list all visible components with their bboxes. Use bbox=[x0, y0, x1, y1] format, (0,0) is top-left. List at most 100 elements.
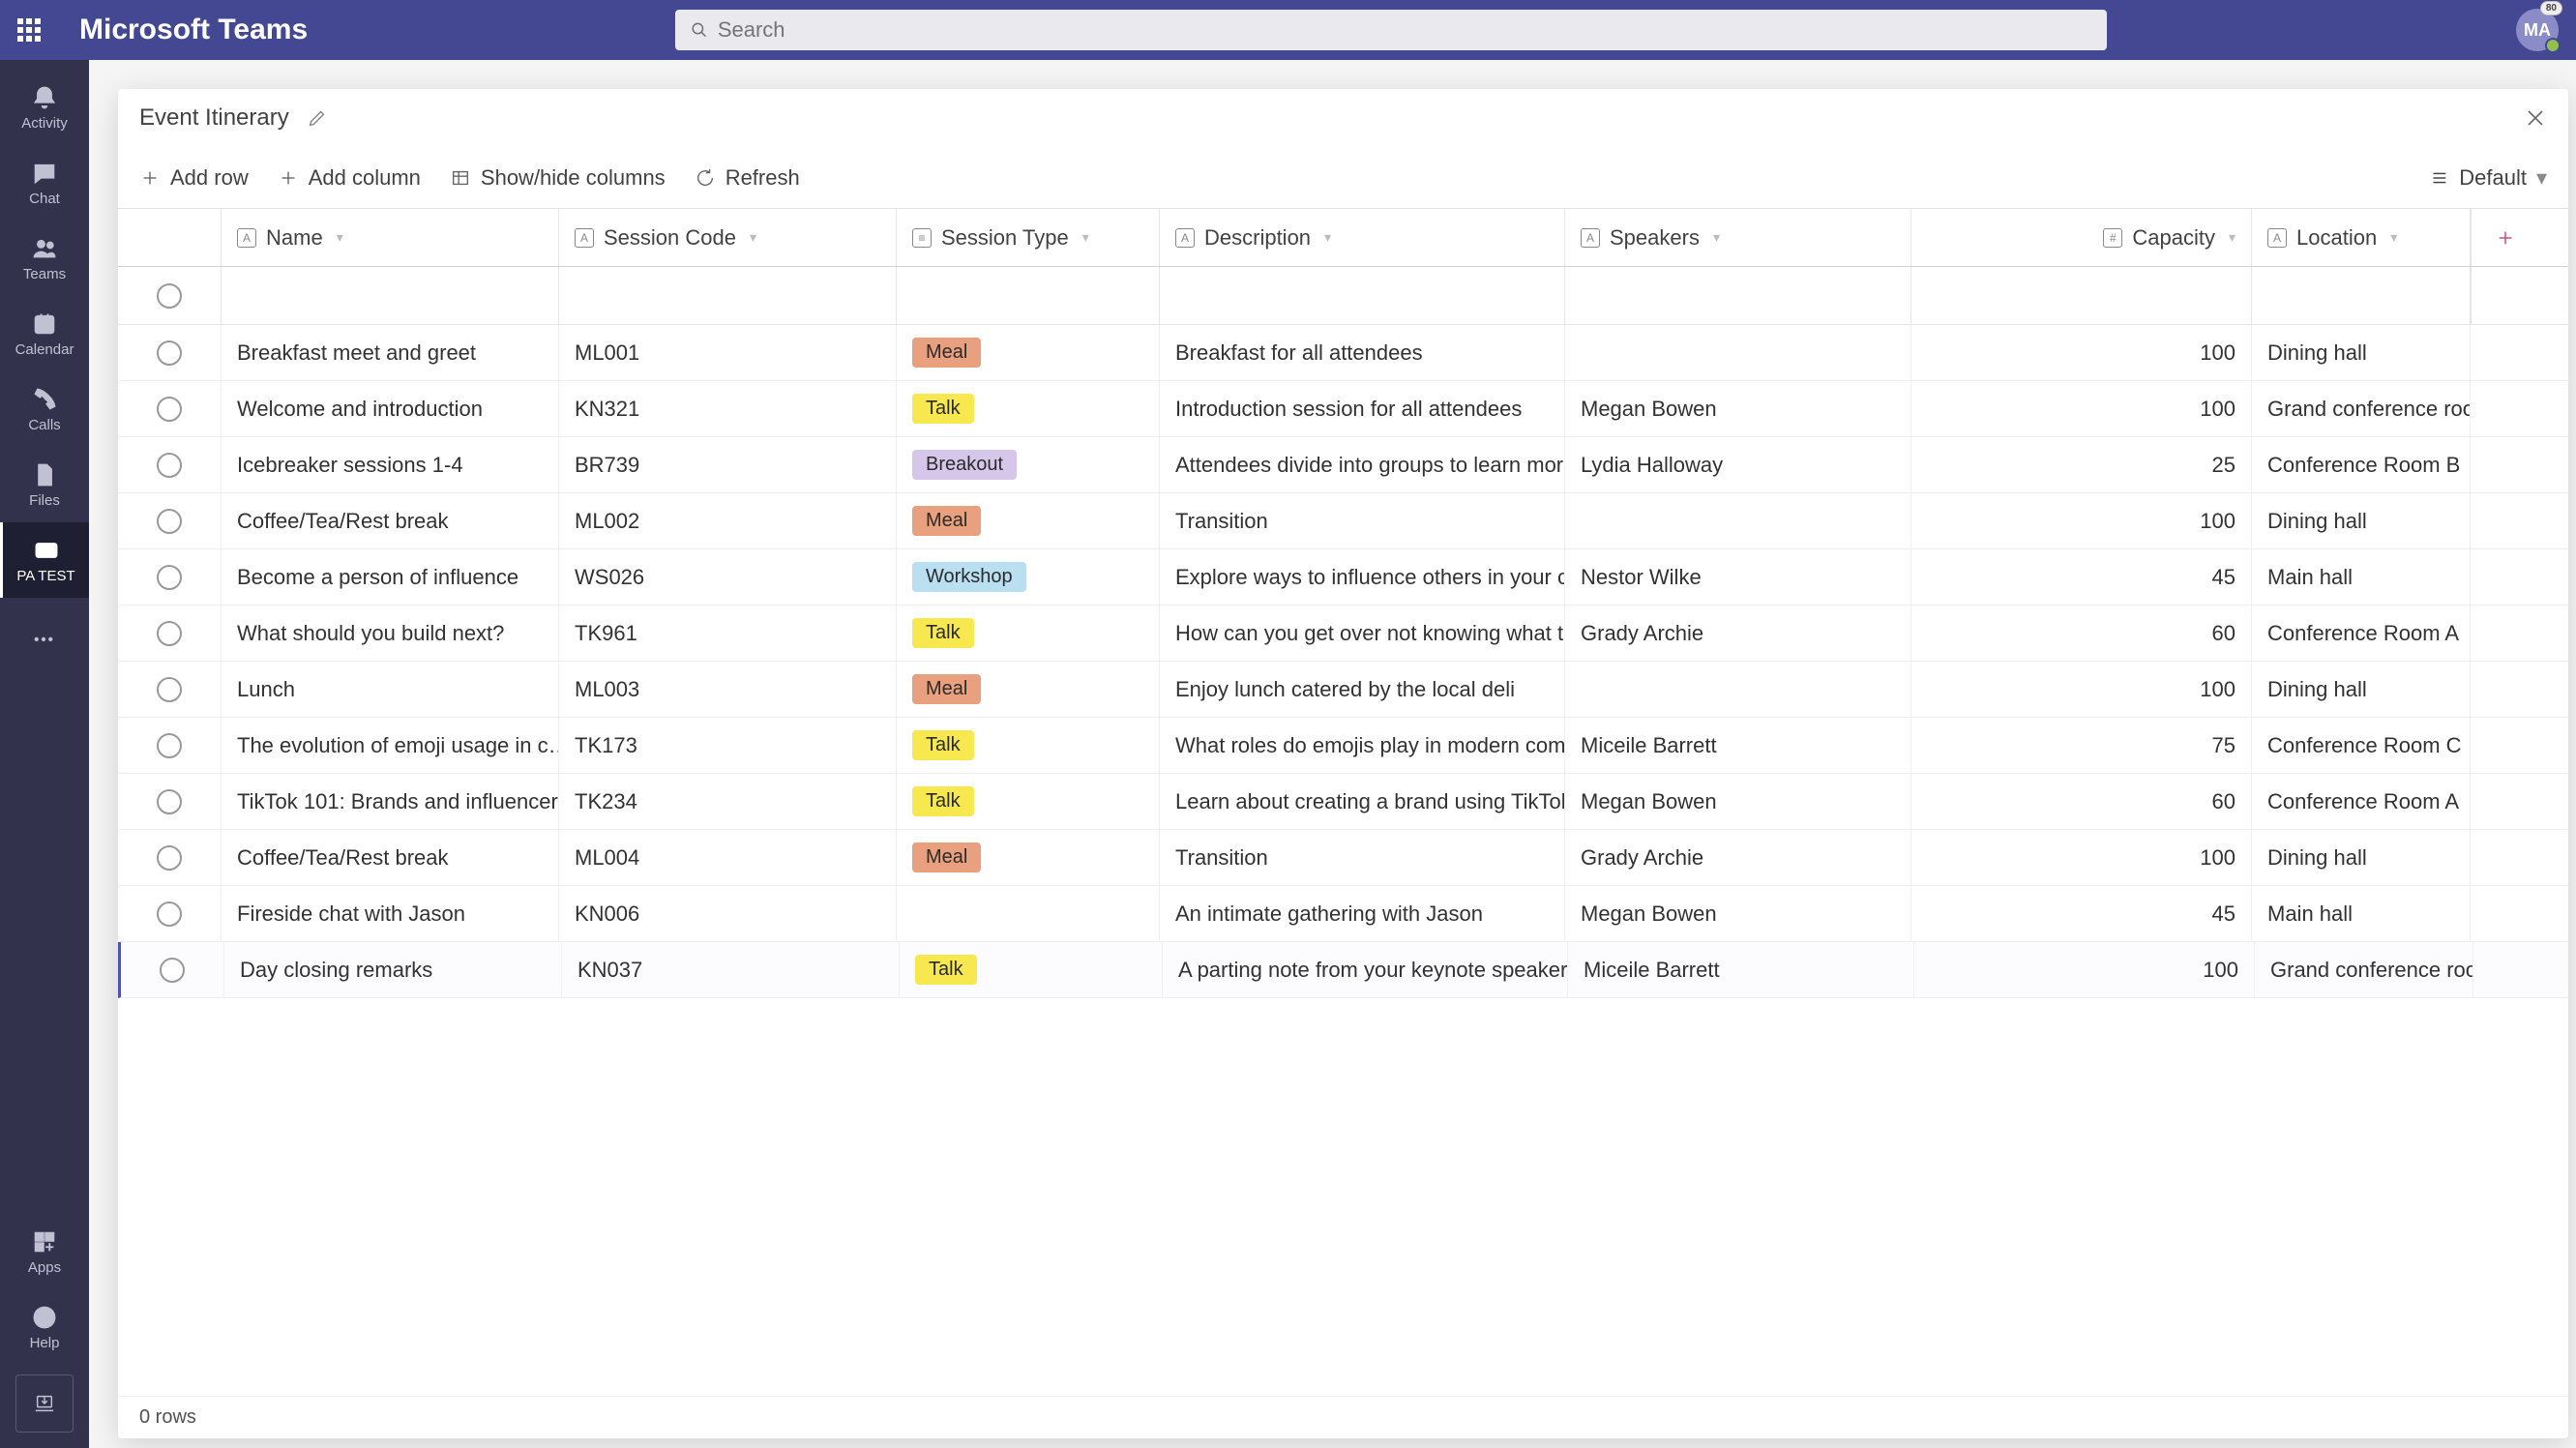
cell-description[interactable]: What roles do emojis play in modern com… bbox=[1160, 718, 1565, 773]
row-select[interactable] bbox=[118, 381, 222, 436]
cell-name[interactable]: Day closing remarks bbox=[224, 942, 562, 997]
cell-code[interactable]: ML004 bbox=[559, 830, 897, 885]
cell-type[interactable]: Meal bbox=[897, 325, 1160, 380]
cell-capacity[interactable]: 75 bbox=[1911, 718, 2252, 773]
row-select[interactable] bbox=[118, 493, 222, 548]
cell-capacity[interactable]: 100 bbox=[1911, 325, 2252, 380]
cell-location[interactable]: Conference Room A bbox=[2252, 774, 2471, 829]
row-select[interactable] bbox=[118, 662, 222, 717]
cell-description[interactable]: Transition bbox=[1160, 830, 1565, 885]
cell-speakers[interactable] bbox=[1565, 662, 1911, 717]
cell-description[interactable]: Learn about creating a brand using TikTo… bbox=[1160, 774, 1565, 829]
cell-speakers[interactable]: Nestor Wilke bbox=[1565, 549, 1911, 605]
cell-capacity[interactable]: 25 bbox=[1911, 437, 2252, 492]
cell-speakers[interactable]: Miceile Barrett bbox=[1565, 718, 1911, 773]
cell-type[interactable]: Meal bbox=[897, 662, 1160, 717]
app-launcher-icon[interactable] bbox=[17, 18, 41, 42]
cell-location[interactable]: Dining hall bbox=[2252, 662, 2471, 717]
add-row-button[interactable]: Add row bbox=[139, 165, 249, 191]
cell-type[interactable]: Breakout bbox=[897, 437, 1160, 492]
data-grid[interactable]: AName▾ ASession Code▾ ≡Session Type▾ ADe… bbox=[118, 209, 2568, 1396]
row-select[interactable] bbox=[118, 325, 222, 380]
cell-code[interactable]: KN037 bbox=[562, 942, 900, 997]
cell-code[interactable]: ML002 bbox=[559, 493, 897, 548]
cell-type[interactable] bbox=[897, 886, 1160, 941]
cell-code[interactable]: TK173 bbox=[559, 718, 897, 773]
header-description[interactable]: ADescription▾ bbox=[1160, 209, 1565, 266]
row-select[interactable] bbox=[118, 718, 222, 773]
cell-description[interactable]: Explore ways to influence others in your… bbox=[1160, 549, 1565, 605]
cell-capacity[interactable]: 100 bbox=[1911, 830, 2252, 885]
cell-location[interactable]: Conference Room B bbox=[2252, 437, 2471, 492]
table-row[interactable]: Day closing remarks KN037 Talk A parting… bbox=[118, 942, 2568, 998]
user-avatar[interactable]: 80 MA bbox=[2516, 9, 2559, 51]
cell-description[interactable]: An intimate gathering with Jason bbox=[1160, 886, 1565, 941]
search-box[interactable] bbox=[675, 10, 2107, 50]
cell-type[interactable]: Talk bbox=[897, 381, 1160, 436]
cell-capacity[interactable]: 60 bbox=[1911, 606, 2252, 661]
cell-code[interactable]: TK961 bbox=[559, 606, 897, 661]
cell-capacity[interactable]: 100 bbox=[1911, 381, 2252, 436]
cell-speakers[interactable] bbox=[1565, 325, 1911, 380]
cell-speakers[interactable]: Grady Archie bbox=[1565, 830, 1911, 885]
cell-description[interactable]: Breakfast for all attendees bbox=[1160, 325, 1565, 380]
cell-speakers[interactable]: Lydia Halloway bbox=[1565, 437, 1911, 492]
cell-name[interactable]: What should you build next? bbox=[222, 606, 559, 661]
cell-location[interactable]: Conference Room C bbox=[2252, 718, 2471, 773]
cell-type[interactable]: Talk bbox=[897, 606, 1160, 661]
row-select[interactable] bbox=[121, 942, 224, 997]
cell-location[interactable]: Dining hall bbox=[2252, 830, 2471, 885]
cell-code[interactable]: KN006 bbox=[559, 886, 897, 941]
cell-location[interactable]: Grand conference room bbox=[2255, 942, 2473, 997]
rail-teams[interactable]: Teams bbox=[0, 221, 89, 296]
cell-code[interactable]: ML003 bbox=[559, 662, 897, 717]
table-row[interactable]: Coffee/Tea/Rest break ML002 Meal Transit… bbox=[118, 493, 2568, 549]
view-selector[interactable]: Default ▾ bbox=[2428, 165, 2547, 191]
cell-speakers[interactable]: Miceile Barrett bbox=[1568, 942, 1914, 997]
table-row[interactable]: Coffee/Tea/Rest break ML004 Meal Transit… bbox=[118, 830, 2568, 886]
grid-filter-row[interactable] bbox=[118, 267, 2568, 325]
rail-patest[interactable]: PA TEST bbox=[0, 522, 89, 598]
refresh-button[interactable]: Refresh bbox=[695, 165, 800, 191]
table-row[interactable]: What should you build next? TK961 Talk H… bbox=[118, 606, 2568, 662]
rail-calendar[interactable]: Calendar bbox=[0, 296, 89, 371]
cell-location[interactable]: Grand conference room bbox=[2252, 381, 2471, 436]
cell-name[interactable]: Become a person of influence bbox=[222, 549, 559, 605]
header-session-code[interactable]: ASession Code▾ bbox=[559, 209, 897, 266]
cell-description[interactable]: Enjoy lunch catered by the local deli bbox=[1160, 662, 1565, 717]
header-name[interactable]: AName▾ bbox=[222, 209, 559, 266]
add-column-header[interactable] bbox=[2471, 209, 2538, 266]
cell-type[interactable]: Meal bbox=[897, 830, 1160, 885]
search-input[interactable] bbox=[718, 17, 2091, 43]
rail-activity[interactable]: Activity bbox=[0, 70, 89, 145]
cell-name[interactable]: Welcome and introduction bbox=[222, 381, 559, 436]
rail-calls[interactable]: Calls bbox=[0, 371, 89, 447]
cell-capacity[interactable]: 45 bbox=[1911, 886, 2252, 941]
cell-code[interactable]: KN321 bbox=[559, 381, 897, 436]
cell-name[interactable]: Fireside chat with Jason bbox=[222, 886, 559, 941]
select-all-radio[interactable] bbox=[157, 283, 182, 309]
show-hide-columns-button[interactable]: Show/hide columns bbox=[450, 165, 666, 191]
cell-description[interactable]: How can you get over not knowing what t… bbox=[1160, 606, 1565, 661]
cell-description[interactable]: Attendees divide into groups to learn mo… bbox=[1160, 437, 1565, 492]
row-select[interactable] bbox=[118, 549, 222, 605]
cell-description[interactable]: Introduction session for all attendees bbox=[1160, 381, 1565, 436]
table-row[interactable]: Lunch ML003 Meal Enjoy lunch catered by … bbox=[118, 662, 2568, 718]
cell-location[interactable]: Dining hall bbox=[2252, 493, 2471, 548]
close-icon[interactable] bbox=[2524, 106, 2547, 130]
table-row[interactable]: Welcome and introduction KN321 Talk Intr… bbox=[118, 381, 2568, 437]
rail-files[interactable]: Files bbox=[0, 447, 89, 522]
cell-code[interactable]: ML001 bbox=[559, 325, 897, 380]
edit-title-icon[interactable] bbox=[307, 107, 328, 129]
cell-name[interactable]: Icebreaker sessions 1-4 bbox=[222, 437, 559, 492]
rail-chat[interactable]: Chat bbox=[0, 145, 89, 221]
row-select[interactable] bbox=[118, 606, 222, 661]
cell-capacity[interactable]: 45 bbox=[1911, 549, 2252, 605]
add-column-button[interactable]: Add column bbox=[278, 165, 421, 191]
cell-speakers[interactable]: Megan Bowen bbox=[1565, 381, 1911, 436]
rail-help[interactable]: Help bbox=[0, 1289, 89, 1365]
header-location[interactable]: ALocation▾ bbox=[2252, 209, 2471, 266]
row-select[interactable] bbox=[118, 774, 222, 829]
cell-speakers[interactable]: Megan Bowen bbox=[1565, 774, 1911, 829]
cell-capacity[interactable]: 100 bbox=[1914, 942, 2255, 997]
